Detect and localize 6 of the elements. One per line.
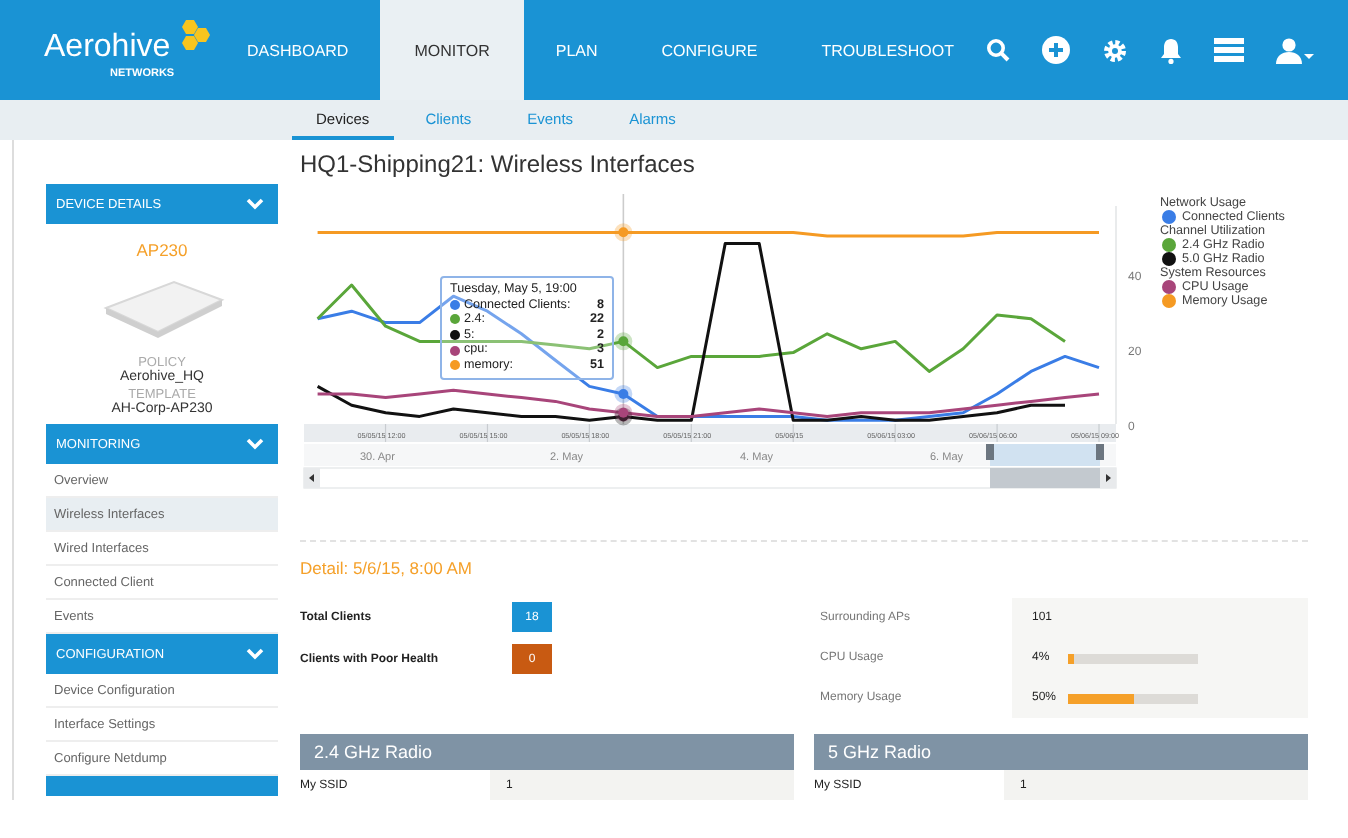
device-name: AP230 [136,240,188,260]
detail-title: Detail: 5/6/15, 8:00 AM [300,558,474,578]
brand-name: Aerohive [44,27,171,67]
page-title: HQ1-Shipping21: Wireless Interfaces [300,150,697,178]
panel-title: 5 GHz Radio [828,742,932,762]
panel-title: 2.4 GHz Radio [314,742,433,762]
